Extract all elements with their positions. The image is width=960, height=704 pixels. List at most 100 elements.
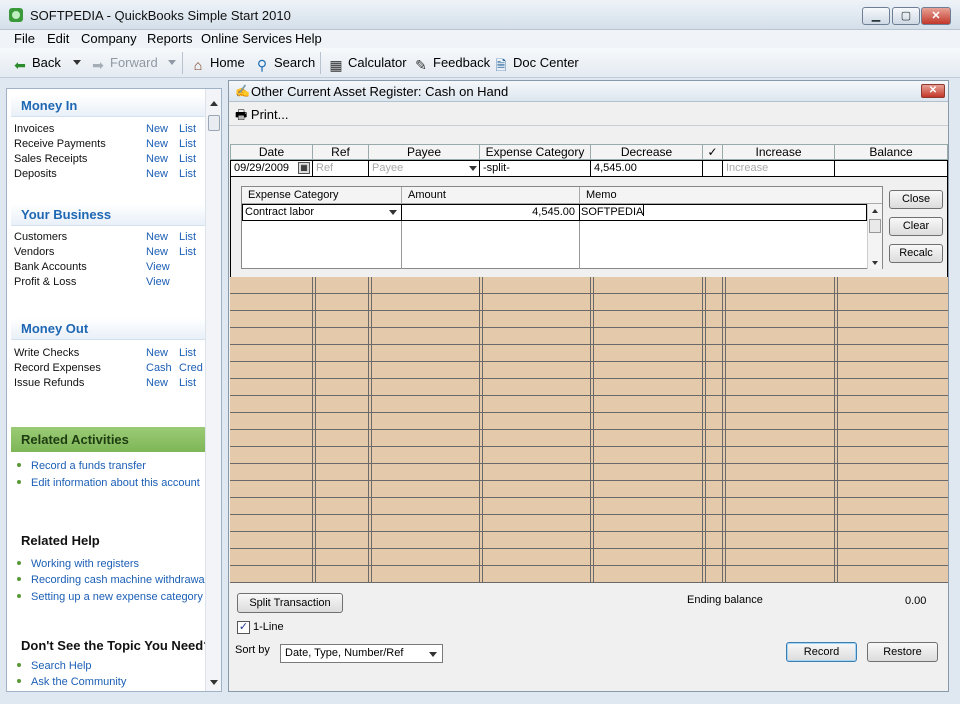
bank-accounts-view-link[interactable]: View [146,261,170,273]
issue-refunds-new-link[interactable]: New [146,377,168,389]
calendar-icon[interactable]: ▦ [298,162,310,174]
working-with-registers-link[interactable]: Working with registers [15,558,209,573]
minimize-button[interactable]: ▁ [862,7,890,25]
col-header-expense-category[interactable]: Expense Category [480,144,591,160]
customers-new-link[interactable]: New [146,231,168,243]
split-col-expense-category: Expense Category [242,187,402,204]
decrease-field[interactable]: 4,545.00 [591,161,703,176]
sort-by-select[interactable]: Date, Type, Number/Ref [280,644,443,663]
doc-center-button[interactable]: 🗎Doc Center [493,54,579,72]
sales-receipts-list-link[interactable]: List [179,153,196,165]
split-memo-value: SOFTPEDIA [581,206,643,218]
new-expense-category-link[interactable]: Setting up a new expense category [15,591,209,606]
col-header-cleared[interactable]: ✓ [703,144,723,160]
vendors-new-link[interactable]: New [146,246,168,258]
row-line [230,361,948,362]
split-clear-button[interactable]: Clear [889,217,943,236]
expense-category-field[interactable]: -split- [480,161,591,176]
menu-file[interactable]: File [14,31,35,46]
menu-help[interactable]: Help [295,31,322,46]
receive-payments-list-link[interactable]: List [179,138,196,150]
col-header-payee[interactable]: Payee [369,144,480,160]
record-expenses-credit-link[interactable]: Cred [179,362,203,374]
one-line-checkbox[interactable]: ✓ [237,621,250,634]
back-button[interactable]: ⬅Back [12,54,61,72]
close-button[interactable]: ✕ [921,7,951,25]
forward-dropdown-icon[interactable] [168,60,176,65]
col-header-decrease[interactable]: Decrease [591,144,703,160]
edit-account-info-link[interactable]: Edit information about this account [15,477,209,492]
text-cursor [643,205,644,216]
restore-button[interactable]: Restore [867,642,938,662]
cleared-field[interactable] [703,161,723,176]
profit-loss-view-link[interactable]: View [146,276,170,288]
date-field[interactable]: 09/29/2009▦ [231,161,313,176]
nav-row-vendors: Vendors New List [14,246,206,261]
record-funds-transfer-link[interactable]: Record a funds transfer [15,460,209,475]
chevron-down-icon[interactable] [389,210,397,215]
vendors-list-link[interactable]: List [179,246,196,258]
menu-reports[interactable]: Reports [147,31,193,46]
record-button[interactable]: Record [786,642,857,662]
scroll-down-icon[interactable] [210,680,218,685]
col-header-ref[interactable]: Ref [313,144,369,160]
scroll-up-icon[interactable] [210,101,218,106]
col-header-date[interactable]: Date [230,144,313,160]
entry-row: 09/29/2009▦ Ref Payee -split- 4,545.00 I… [230,160,948,177]
register-close-button[interactable]: ✕ [921,84,945,98]
increase-field[interactable]: Increase [723,161,835,176]
left-nav-scrollbar[interactable] [205,89,221,691]
deposits-new-link[interactable]: New [146,168,168,180]
split-close-button[interactable]: Close [889,190,943,209]
search-button[interactable]: ⚲Search [254,54,315,72]
ending-balance-label: Ending balance [687,594,763,606]
nav-label: Vendors [14,246,54,258]
col-line [722,277,723,583]
payee-field[interactable]: Payee [369,161,480,176]
col-line [834,277,835,583]
calculator-button[interactable]: ▦Calculator [328,54,407,72]
split-memo-field[interactable]: SOFTPEDIA [580,205,866,220]
split-scrollbar[interactable] [867,204,882,269]
customers-list-link[interactable]: List [179,231,196,243]
maximize-button[interactable]: ▢ [892,7,920,25]
split-category-field[interactable]: Contract labor [243,205,402,220]
feedback-button[interactable]: ✎Feedback [413,54,490,72]
col-header-increase[interactable]: Increase [723,144,835,160]
forward-button[interactable]: ➡Forward [90,54,158,72]
write-checks-new-link[interactable]: New [146,347,168,359]
search-help-link[interactable]: Search Help [15,660,209,675]
menu-company[interactable]: Company [81,31,137,46]
write-checks-list-link[interactable]: List [179,347,196,359]
nav-label: Receive Payments [14,138,106,150]
print-button[interactable]: 🖶 Print... [235,106,288,128]
forward-arrow-icon: ➡ [90,57,106,73]
chevron-down-icon[interactable] [429,652,437,657]
col-header-balance[interactable]: Balance [835,144,948,160]
split-transaction-button[interactable]: Split Transaction [237,593,343,613]
sales-receipts-new-link[interactable]: New [146,153,168,165]
menu-online-services[interactable]: Online Services [201,31,292,46]
back-dropdown-icon[interactable] [73,60,81,65]
menu-edit[interactable]: Edit [47,31,69,46]
record-expenses-cash-link[interactable]: Cash [146,362,172,374]
split-recalc-button[interactable]: Recalc [889,244,943,263]
chevron-down-icon[interactable] [469,166,477,171]
toolbar-separator [182,52,183,74]
receive-payments-new-link[interactable]: New [146,138,168,150]
ref-field[interactable]: Ref [313,161,369,176]
split-amount-field[interactable]: 4,545.00 [402,205,580,220]
deposits-list-link[interactable]: List [179,168,196,180]
ask-community-link[interactable]: Ask the Community [15,676,209,691]
recording-cash-withdrawals-link[interactable]: Recording cash machine withdrawals [15,574,209,589]
home-button[interactable]: ⌂Home [190,54,245,72]
invoices-new-link[interactable]: New [146,123,168,135]
row-line [230,293,948,294]
scroll-thumb[interactable] [869,219,881,233]
scroll-down-icon[interactable] [872,261,878,265]
scroll-thumb[interactable] [208,115,220,131]
issue-refunds-list-link[interactable]: List [179,377,196,389]
scroll-up-icon[interactable] [872,209,878,213]
empty-register-rows[interactable] [230,277,948,583]
invoices-list-link[interactable]: List [179,123,196,135]
